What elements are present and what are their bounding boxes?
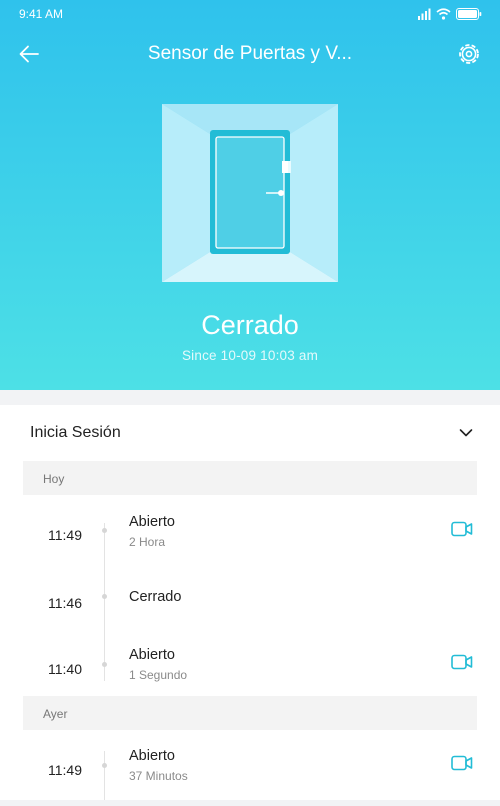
group-header-today: Hoy xyxy=(23,461,477,495)
camera-icon[interactable] xyxy=(451,654,473,670)
door-icon xyxy=(162,104,338,282)
sensor-state: Cerrado xyxy=(201,310,299,340)
status-icons xyxy=(418,8,482,20)
event-title: Abierto xyxy=(129,514,175,530)
chevron-down-icon xyxy=(459,429,473,437)
event-title: Abierto xyxy=(129,647,175,663)
timeline-dot xyxy=(102,594,107,599)
battery-icon xyxy=(456,8,482,20)
state-since: Since 10-09 10:03 am xyxy=(181,348,319,363)
group-label: Hoy xyxy=(43,472,65,486)
event-title: Abierto xyxy=(129,748,175,764)
camera-icon[interactable] xyxy=(451,755,473,771)
event-time: 11:40 xyxy=(48,661,82,677)
session-label: Inicia Sesión xyxy=(30,424,121,441)
back-arrow-icon[interactable] xyxy=(16,41,42,67)
status-time: 9:41 AM xyxy=(19,7,64,21)
session-dropdown[interactable]: Inicia Sesión xyxy=(0,405,500,461)
event-duration: 1 Segundo xyxy=(129,668,188,682)
timeline-dot xyxy=(102,528,107,533)
camera-icon[interactable] xyxy=(451,521,473,537)
event-duration: 2 Hora xyxy=(129,535,166,549)
event-title: Cerrado xyxy=(129,589,182,605)
event-row[interactable]: 11:49 Abierto 37 Minutos xyxy=(0,740,500,806)
hero-header: 9:41 AM Sensor de Puertas y V... Cerrado… xyxy=(0,0,500,390)
event-row[interactable]: 11:46 Cerrado xyxy=(0,573,500,639)
status-bar: 9:41 AM xyxy=(0,0,500,28)
page-title: Sensor de Puertas y V... xyxy=(147,43,353,64)
event-duration: 37 Minutos xyxy=(129,769,188,783)
group-header-yesterday: Ayer xyxy=(23,696,477,730)
timeline-dot xyxy=(102,763,107,768)
wifi-icon xyxy=(436,8,451,20)
event-time: 11:49 xyxy=(48,762,82,778)
event-time: 11:49 xyxy=(48,527,82,543)
history-panel: Inicia Sesión Hoy 11:49 Abierto 2 Hora 1… xyxy=(0,405,500,800)
top-bar: Sensor de Puertas y V... xyxy=(0,32,500,76)
group-label: Ayer xyxy=(43,707,68,721)
timeline-dot xyxy=(102,662,107,667)
event-row[interactable]: 11:49 Abierto 2 Hora xyxy=(0,505,500,571)
event-time: 11:46 xyxy=(48,595,82,611)
signal-icon xyxy=(418,8,431,20)
settings-gear-icon[interactable] xyxy=(456,41,482,67)
